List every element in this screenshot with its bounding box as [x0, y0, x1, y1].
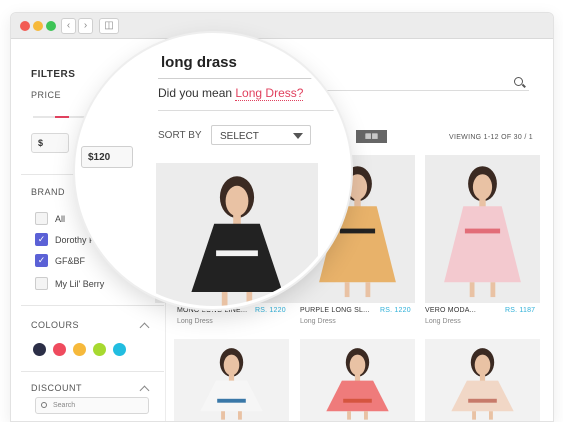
model-leg: [221, 292, 228, 306]
sidebar-icon[interactable]: ◫: [99, 18, 119, 34]
divider: [158, 110, 348, 111]
colours-label: COLOURS: [31, 320, 80, 330]
suggestion-link[interactable]: Long Dress?: [235, 86, 304, 101]
price-min-value: $: [38, 138, 44, 148]
product-name[interactable]: PURPLE LONG SL...: [300, 307, 370, 314]
model-leg: [221, 411, 225, 420]
did-you-mean-prefix: Did you mean: [158, 86, 236, 100]
sort-select-value: SELECT: [220, 131, 259, 142]
browser-titlebar: ‹ › ◫: [11, 13, 553, 39]
product-category: Long Dress: [300, 318, 336, 325]
model-photo: [191, 176, 283, 306]
discount-search-input[interactable]: Search: [35, 397, 149, 414]
product-card[interactable]: [300, 339, 415, 421]
dress: [451, 380, 514, 412]
product-card[interactable]: [425, 339, 540, 421]
sort-select[interactable]: SELECT: [211, 125, 311, 145]
price-min-field[interactable]: $: [31, 133, 69, 153]
dress: [191, 223, 283, 292]
model-leg: [490, 282, 496, 298]
model-face: [225, 185, 249, 217]
sort-by-label: SORT BY: [158, 130, 202, 141]
price-max-field[interactable]: $120: [81, 146, 133, 168]
model-leg: [238, 411, 242, 420]
chevron-left-icon[interactable]: ‹: [61, 18, 76, 34]
brand-checkbox-my-lil-berry[interactable]: [35, 277, 48, 290]
colour-swatch-yellow[interactable]: [73, 343, 86, 356]
product-price: RS. 1187: [505, 307, 536, 314]
price-label: PRICE: [31, 90, 62, 100]
search-icon[interactable]: [514, 77, 523, 86]
dress: [326, 380, 389, 412]
brand-label-my-lil-berry: My Lil' Berry: [55, 279, 105, 289]
divider: [21, 305, 164, 306]
close-dot[interactable]: [20, 21, 30, 31]
dress-belt: [464, 228, 501, 234]
divider: [21, 371, 164, 372]
colour-swatch-green[interactable]: [93, 343, 106, 356]
product-card-zoomed[interactable]: [156, 163, 318, 306]
model-face: [223, 354, 240, 376]
model-leg: [365, 282, 371, 298]
chevron-up-icon[interactable]: [139, 385, 150, 396]
model-photo: [451, 348, 514, 420]
product-name[interactable]: VERO MODA...: [425, 307, 476, 314]
model-leg: [469, 282, 475, 298]
brand-label-gfbf: GF&BF: [55, 256, 86, 266]
minimize-dot[interactable]: [33, 21, 43, 31]
zoom-dot[interactable]: [46, 21, 56, 31]
product-card[interactable]: [174, 339, 289, 421]
price-max-value: $120: [88, 152, 111, 163]
chevron-right-icon[interactable]: ›: [78, 18, 93, 34]
filters-heading: FILTERS: [31, 69, 76, 80]
dress-belt: [217, 398, 246, 403]
product-price: RS. 1220: [380, 307, 411, 314]
colour-swatch-cyan[interactable]: [113, 343, 126, 356]
model-photo: [326, 348, 389, 420]
product-category: Long Dress: [425, 318, 461, 325]
colour-swatch-red[interactable]: [53, 343, 66, 356]
price-slider-range[interactable]: [55, 116, 69, 118]
brand-checkbox-dorothy[interactable]: ✓: [35, 233, 48, 246]
dress-belt: [339, 228, 376, 234]
product-card[interactable]: [425, 155, 540, 303]
dress: [200, 380, 263, 412]
search-query[interactable]: long drass: [161, 54, 237, 71]
search-underline: [158, 78, 348, 79]
model-leg: [344, 282, 350, 298]
product-price: RS. 1220: [255, 307, 286, 314]
dress: [444, 206, 521, 283]
brand-checkbox-gfbf[interactable]: ✓: [35, 254, 48, 267]
brand-label: BRAND: [31, 187, 66, 197]
model-photo: [200, 348, 263, 420]
model-leg: [364, 411, 368, 420]
model-leg: [489, 411, 493, 420]
discount-search-placeholder: Search: [53, 402, 76, 409]
dress-belt: [343, 398, 372, 403]
chevron-up-icon[interactable]: [139, 322, 150, 333]
brand-label-all: All: [55, 214, 66, 224]
discount-label: DISCOUNT: [31, 383, 82, 393]
model-face: [474, 354, 491, 376]
browser-window: ‹ › ◫ FILTERS PRICE $ BRAND All ✓ Doroth…: [10, 12, 554, 422]
magnifier-lens: long drass Did you mean Long Dress? SORT…: [75, 33, 351, 309]
viewing-count: VIEWING 1-12 OF 30 / 1: [448, 134, 533, 141]
dress-belt: [216, 250, 258, 257]
did-you-mean[interactable]: Did you mean Long Dress?: [158, 86, 304, 101]
model-face: [472, 174, 493, 200]
caret-down-icon: [293, 133, 303, 139]
product-category: Long Dress: [177, 318, 213, 325]
brand-checkbox-all[interactable]: [35, 212, 48, 225]
dress-belt: [468, 398, 497, 403]
model-leg: [347, 411, 351, 420]
search-icon: [41, 402, 47, 408]
model-leg: [472, 411, 476, 420]
colour-swatch-navy[interactable]: [33, 343, 46, 356]
model-face: [349, 354, 366, 376]
model-leg: [246, 292, 253, 306]
grid-view-icon[interactable]: ▦▦: [356, 130, 387, 143]
model-photo: [444, 166, 521, 298]
